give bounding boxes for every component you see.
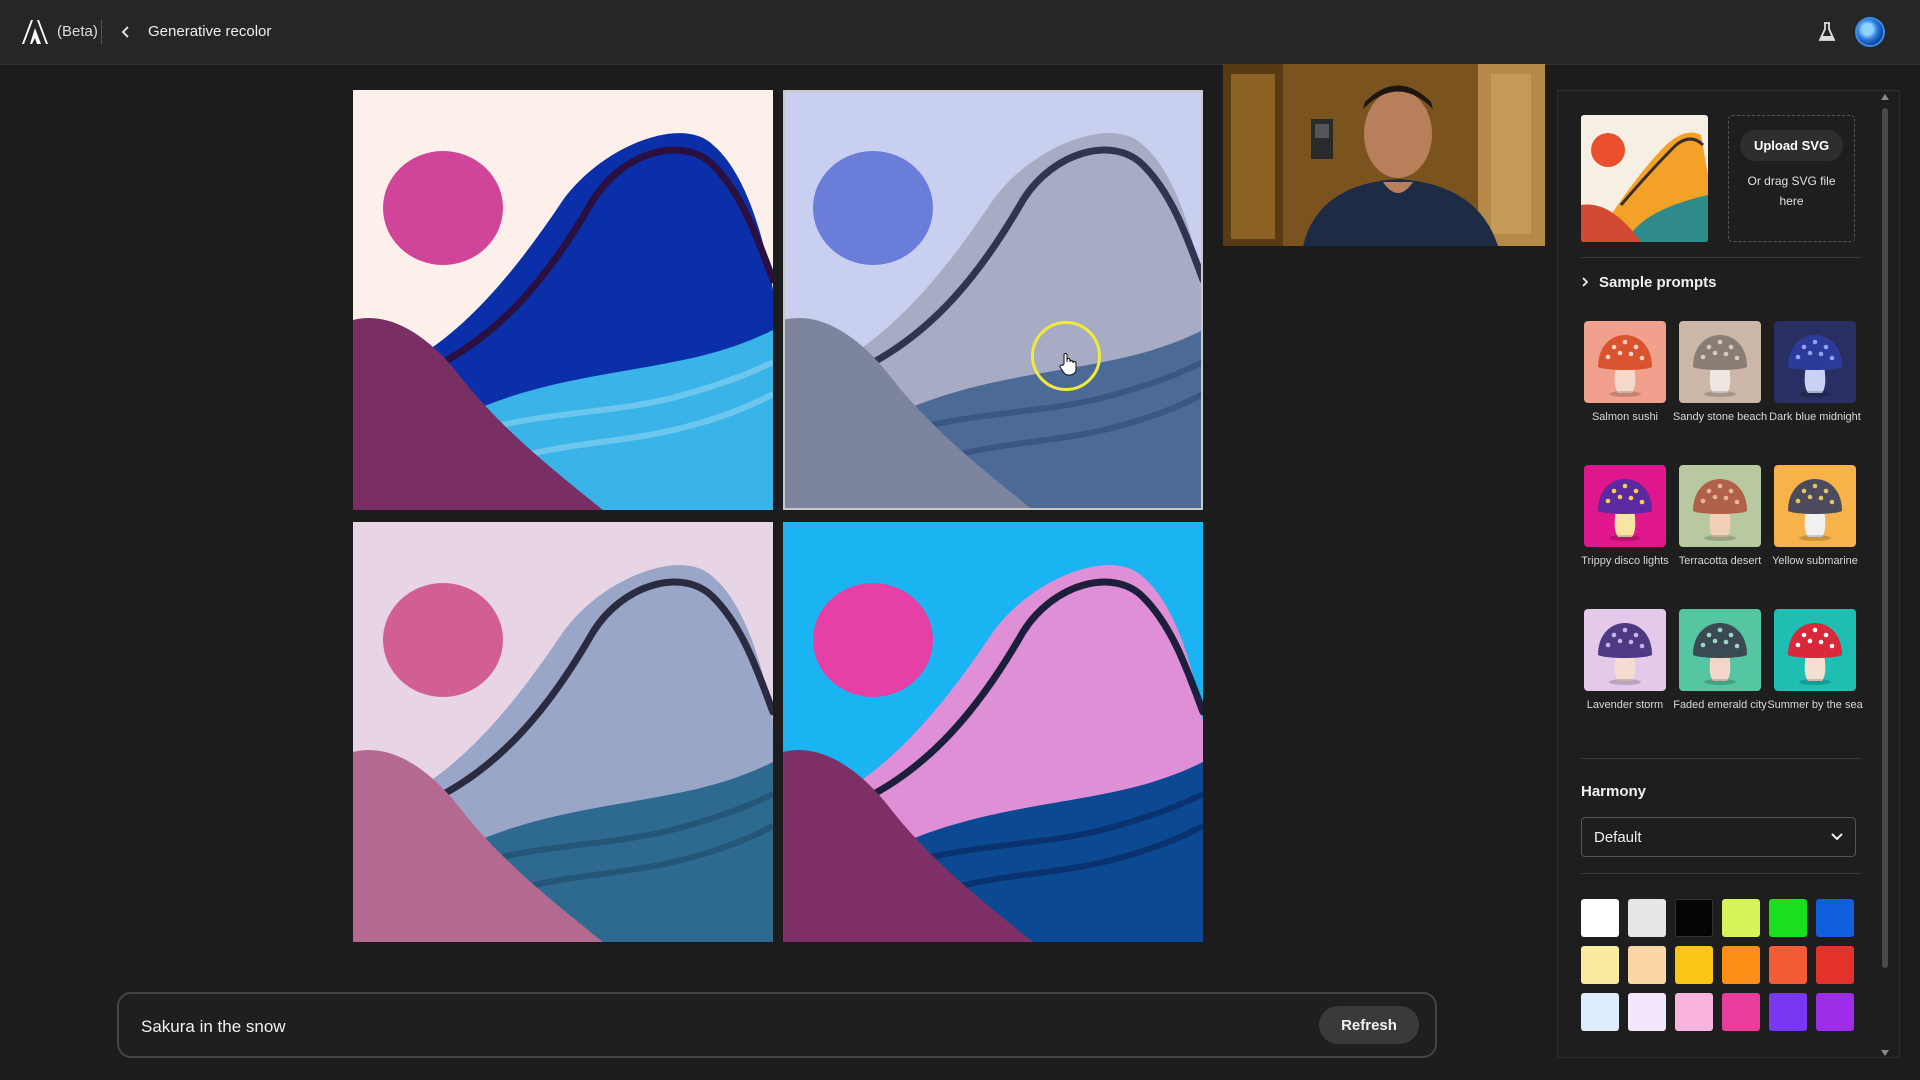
hand-cursor-icon [1059,353,1077,376]
sample-prompt-label[interactable]: Yellow submarine [1765,554,1865,569]
sample-prompt-label[interactable]: Faded emerald city [1670,698,1770,713]
color-chip[interactable] [1628,993,1666,1031]
sample-prompt-label[interactable]: Summer by the sea [1765,698,1865,713]
color-chip[interactable] [1816,899,1854,937]
color-chip[interactable] [1581,946,1619,984]
sample-prompt-label[interactable]: Salmon sushi [1575,410,1675,425]
upload-hint: Or drag SVG file here [1747,174,1836,208]
user-avatar[interactable] [1855,17,1885,47]
sample-prompt-swatch[interactable] [1774,465,1856,547]
variation-tile[interactable] [353,90,773,510]
color-chip[interactable] [1675,993,1713,1031]
color-chip[interactable] [1675,946,1713,984]
divider [1581,758,1861,759]
webcam-overlay [1223,64,1545,246]
color-chip[interactable] [1581,899,1619,937]
sample-prompt-label[interactable]: Terracotta desert [1670,554,1770,569]
sample-prompt-swatch[interactable] [1679,465,1761,547]
page-title: Generative recolor [148,23,272,40]
sample-prompt-swatch[interactable] [1774,321,1856,403]
color-chip[interactable] [1581,993,1619,1031]
sample-prompt-label[interactable]: Trippy disco lights [1575,554,1675,569]
color-chip[interactable] [1769,946,1807,984]
color-chip[interactable] [1816,993,1854,1031]
chevron-right-icon [1582,277,1589,287]
color-chip[interactable] [1722,899,1760,937]
sample-prompt-swatch[interactable] [1584,321,1666,403]
variation-tile[interactable] [783,90,1203,510]
scroll-thumb[interactable] [1882,108,1888,968]
color-chip[interactable] [1722,993,1760,1031]
scroll-up-arrow-icon[interactable] [1881,94,1889,100]
sample-prompt-swatch[interactable] [1679,609,1761,691]
sample-prompt-swatch[interactable] [1584,609,1666,691]
sample-prompt-swatch[interactable] [1679,321,1761,403]
prompt-input[interactable] [139,1012,1223,1042]
sample-prompt-label[interactable]: Dark blue midnight [1765,410,1865,425]
sample-prompt-swatch[interactable] [1774,609,1856,691]
divider [1581,873,1861,874]
refresh-button[interactable]: Refresh [1319,1006,1419,1044]
sample-prompts-header[interactable]: Sample prompts [1581,274,1717,291]
harmony-dropdown[interactable]: Default [1581,817,1856,857]
upload-svg-button[interactable]: Upload SVG [1739,130,1844,161]
reference-artwork-thumbnail[interactable] [1581,115,1708,242]
chevron-down-icon [1831,833,1843,841]
beta-label: (Beta) [57,23,98,40]
panel-scrollbar[interactable] [1880,92,1890,1058]
sample-prompts-title: Sample prompts [1599,274,1717,291]
color-chip[interactable] [1816,946,1854,984]
upload-dropzone[interactable]: Upload SVG Or drag SVG file here [1728,115,1855,242]
divider [1581,257,1861,258]
sample-prompt-swatch[interactable] [1584,465,1666,547]
flask-icon[interactable] [1818,22,1836,42]
variation-tile[interactable] [783,522,1203,942]
color-chip[interactable] [1722,946,1760,984]
sample-prompt-label[interactable]: Lavender storm [1575,698,1675,713]
variation-tile[interactable] [353,522,773,942]
scroll-down-arrow-icon[interactable] [1881,1050,1889,1056]
adobe-logo-icon[interactable] [22,20,48,44]
harmony-selected-value: Default [1594,829,1642,846]
sample-prompt-label[interactable]: Sandy stone beach [1670,410,1770,425]
recolor-panel: Upload SVG Or drag SVG file here Sample … [1557,90,1900,1058]
divider [101,20,102,44]
color-chip[interactable] [1769,993,1807,1031]
color-chip[interactable] [1628,946,1666,984]
prompt-bar: Refresh [117,992,1437,1058]
color-chip[interactable] [1628,899,1666,937]
harmony-title: Harmony [1581,783,1647,800]
color-chip[interactable] [1769,899,1807,937]
top-bar: (Beta) Generative recolor [0,0,1920,65]
color-chip[interactable] [1675,899,1713,937]
chevron-left-icon[interactable] [118,20,132,44]
